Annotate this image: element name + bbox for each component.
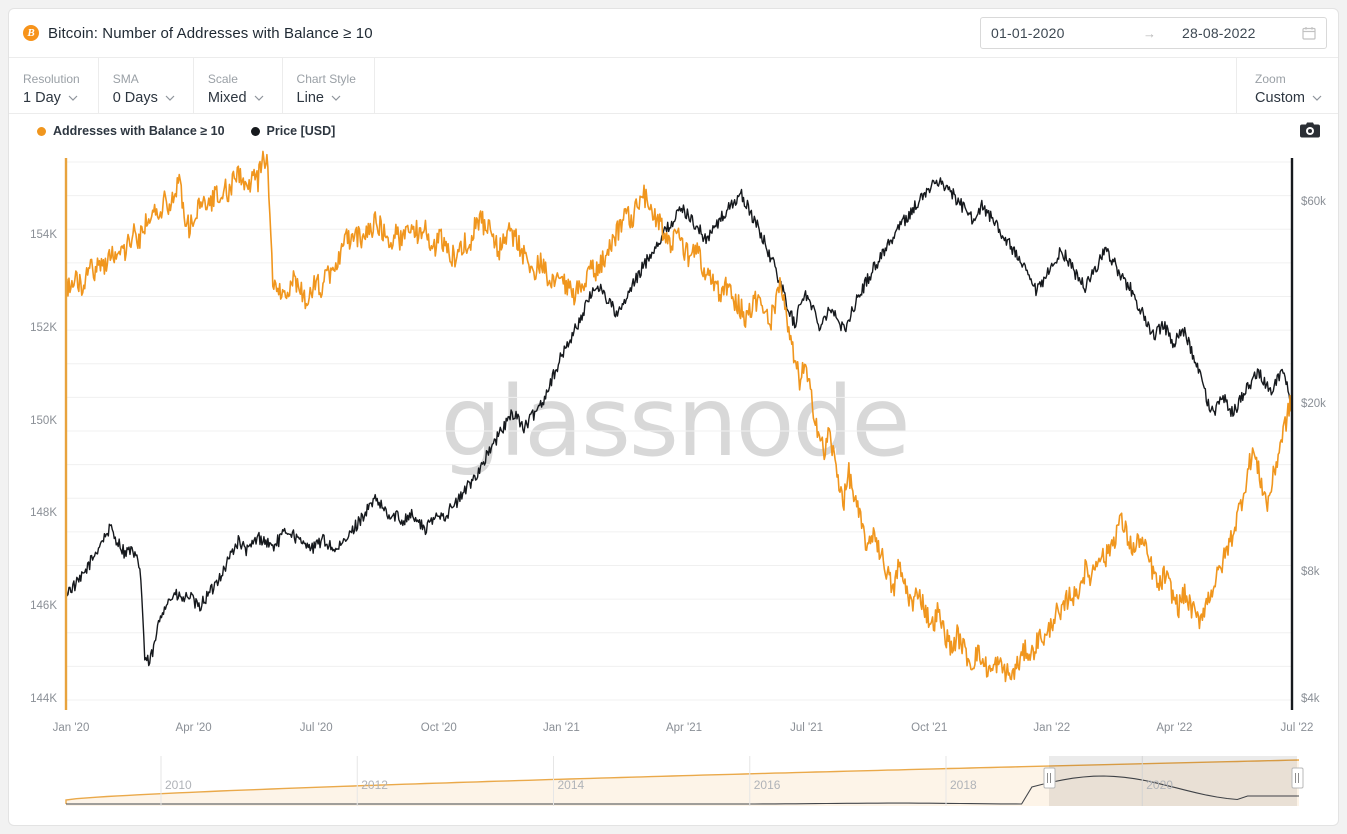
x-axis-tick: Oct '20 <box>410 722 468 734</box>
navigator-year-label: 2010 <box>165 778 192 792</box>
sma-value[interactable]: 0 Days <box>113 89 175 108</box>
y-axis-left-tick: 146K <box>17 600 57 612</box>
resolution-selector[interactable]: Resolution 1 Day <box>9 58 99 113</box>
legend-item-addresses[interactable]: Addresses with Balance ≥ 10 <box>37 124 225 138</box>
navigator-year-label: 2014 <box>558 778 585 792</box>
chart-style-value[interactable]: Line <box>297 89 356 108</box>
x-axis-tick: Jul '21 <box>778 722 836 734</box>
chart-header: B Bitcoin: Number of Addresses with Bala… <box>9 9 1338 58</box>
zoom-value[interactable]: Custom <box>1255 89 1322 108</box>
chart-style-label: Chart Style <box>297 71 356 87</box>
scale-value-text: Mixed <box>208 89 247 108</box>
date-from-input[interactable] <box>991 25 1091 41</box>
x-axis-tick: Oct '21 <box>900 722 958 734</box>
chart-plot-area[interactable]: glassnode 144K146K148K150K152K154K $4k$8… <box>9 148 1339 748</box>
navigator-handle[interactable] <box>1044 768 1055 788</box>
page-title: Bitcoin: Number of Addresses with Balanc… <box>48 25 373 42</box>
navigator-handle[interactable] <box>1292 768 1303 788</box>
chevron-down-icon <box>68 94 78 104</box>
sma-label: SMA <box>113 71 175 87</box>
legend-swatch-price <box>251 127 260 136</box>
navigator-year-label: 2018 <box>950 778 977 792</box>
x-axis-tick: Jan '20 <box>42 722 100 734</box>
y-axis-left-tick: 144K <box>17 693 57 705</box>
navigator-year-label: 2020 <box>1146 778 1173 792</box>
resolution-value-text: 1 Day <box>23 89 61 108</box>
navigator-year-label: 2012 <box>361 778 388 792</box>
navigator-canvas[interactable] <box>9 748 1339 826</box>
chart-title-block: B Bitcoin: Number of Addresses with Bala… <box>9 25 373 42</box>
zoom-selector[interactable]: Zoom Custom <box>1236 58 1338 113</box>
chevron-down-icon <box>165 94 175 104</box>
calendar-icon[interactable] <box>1302 26 1316 40</box>
x-axis-tick: Jan '22 <box>1023 722 1081 734</box>
legend-label-addresses: Addresses with Balance ≥ 10 <box>53 124 225 138</box>
zoom-label: Zoom <box>1255 71 1322 87</box>
scale-value[interactable]: Mixed <box>208 89 264 108</box>
y-axis-right-tick: $20k <box>1301 398 1326 410</box>
date-to-input[interactable] <box>1182 25 1282 41</box>
y-axis-right-tick: $60k <box>1301 196 1326 208</box>
legend-swatch-addresses <box>37 127 46 136</box>
chart-toolbar: Resolution 1 Day SMA 0 Days Scale <box>9 58 1338 114</box>
date-range-arrow-icon: → <box>1143 26 1156 41</box>
range-navigator[interactable]: 2010201220142016201820202022 <box>9 748 1339 826</box>
x-axis-tick: Jan '21 <box>532 722 590 734</box>
scale-label: Scale <box>208 71 264 87</box>
resolution-label: Resolution <box>23 71 80 87</box>
y-axis-left-tick: 150K <box>17 415 57 427</box>
resolution-value[interactable]: 1 Day <box>23 89 80 108</box>
zoom-value-text: Custom <box>1255 89 1305 108</box>
chart-legend: Addresses with Balance ≥ 10 Price [USD] <box>9 114 1338 148</box>
x-axis-tick: Jul '22 <box>1268 722 1326 734</box>
y-axis-right-tick: $4k <box>1301 693 1320 705</box>
camera-icon[interactable] <box>1299 120 1321 140</box>
chevron-down-icon <box>331 94 341 104</box>
chart-style-selector[interactable]: Chart Style Line <box>283 58 375 113</box>
sma-selector[interactable]: SMA 0 Days <box>99 58 194 113</box>
glassnode-chart-app: B Bitcoin: Number of Addresses with Bala… <box>8 8 1339 826</box>
bitcoin-icon: B <box>23 25 39 41</box>
scale-selector[interactable]: Scale Mixed <box>194 58 283 113</box>
chart-canvas[interactable] <box>9 148 1339 748</box>
y-axis-left-tick: 154K <box>17 229 57 241</box>
chevron-down-icon <box>254 94 264 104</box>
sma-value-text: 0 Days <box>113 89 158 108</box>
y-axis-left-tick: 148K <box>17 507 57 519</box>
x-axis-tick: Apr '22 <box>1145 722 1203 734</box>
chart-style-value-text: Line <box>297 89 324 108</box>
y-axis-left-tick: 152K <box>17 322 57 334</box>
x-axis-tick: Apr '21 <box>655 722 713 734</box>
legend-label-price: Price [USD] <box>267 124 336 138</box>
y-axis-right-tick: $8k <box>1301 566 1320 578</box>
x-axis-tick: Jul '20 <box>287 722 345 734</box>
legend-item-price[interactable]: Price [USD] <box>251 124 336 138</box>
x-axis-tick: Apr '20 <box>165 722 223 734</box>
chevron-down-icon <box>1312 94 1322 104</box>
date-range-picker[interactable]: → <box>980 17 1327 49</box>
navigator-year-label: 2016 <box>754 778 781 792</box>
